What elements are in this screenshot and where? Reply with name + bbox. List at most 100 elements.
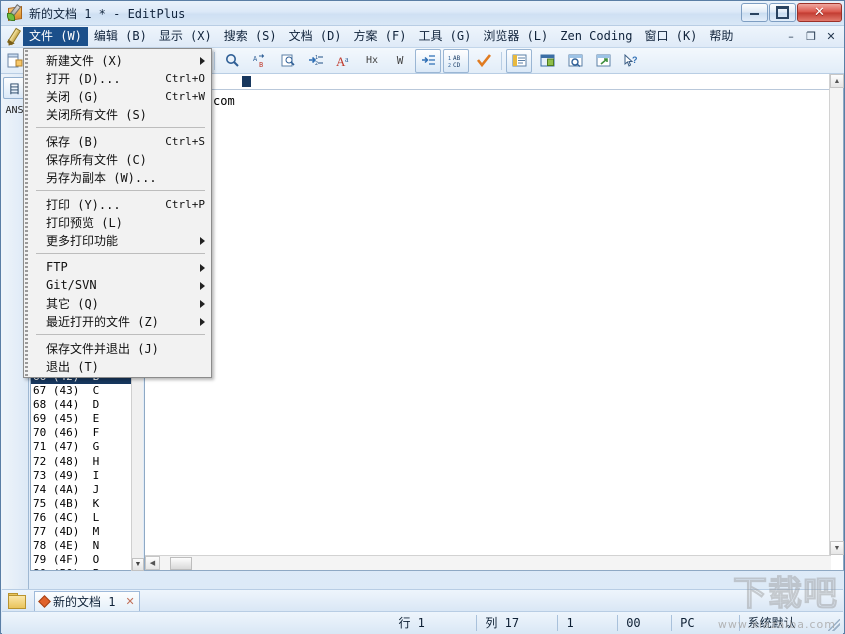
menu-print[interactable]: 打印 (Y)... Ctrl+P (24, 195, 211, 213)
menu-item-window[interactable]: 窗口 (K) (639, 27, 704, 46)
resize-grip-icon[interactable] (828, 619, 840, 631)
menu-item-browser[interactable]: 浏览器 (L) (477, 27, 554, 46)
replace-icon[interactable]: AB (247, 49, 273, 73)
menu-item-label: 关闭所有文件 (S) (46, 106, 205, 123)
menu-item-label: FTP (46, 260, 205, 274)
menu-item-edit[interactable]: 编辑 (B) (88, 27, 153, 46)
menu-save-all[interactable]: 保存所有文件 (C) (24, 150, 211, 168)
editor-scroll-up-icon[interactable]: ▲ (830, 74, 844, 88)
mdi-minimize-button[interactable]: – (782, 28, 800, 45)
menu-item-document[interactable]: 文档 (D) (283, 27, 348, 46)
spellcheck-icon[interactable]: Aa (331, 49, 357, 73)
menu-item-search[interactable]: 搜索 (S) (218, 27, 283, 46)
menu-item-zencoding[interactable]: Zen Coding (554, 27, 638, 46)
menu-ftp[interactable]: FTP (24, 258, 211, 276)
menu-item-label: 关闭 (G) (46, 88, 155, 105)
tab-close-icon[interactable]: ✕ (125, 595, 134, 608)
toggle-output-icon[interactable] (506, 49, 532, 73)
menu-more-print[interactable]: 更多打印功能 (24, 231, 211, 249)
menu-git-svn[interactable]: Git/SVN (24, 276, 211, 294)
gutter-line: 80 (50) P (31, 567, 142, 571)
menu-save-and-exit[interactable]: 保存文件并退出 (J) (24, 339, 211, 357)
minimize-button[interactable] (741, 3, 768, 22)
editor-scroll-down-icon[interactable]: ▼ (830, 541, 844, 555)
menu-item-label: 另存为副本 (W)... (46, 169, 205, 186)
gutter-line: 71 (47) G (31, 440, 142, 454)
menu-item-label: Git/SVN (46, 278, 205, 292)
document-tab-label: 新的文档 1 (53, 593, 115, 610)
status-column: 列 17 (476, 615, 557, 631)
menu-save[interactable]: 保存 (B) Ctrl+S (24, 132, 211, 150)
svg-text:2: 2 (448, 63, 451, 68)
menu-item-label: 退出 (T) (46, 358, 205, 375)
menu-save-copy-as[interactable]: 另存为副本 (W)... (24, 168, 211, 186)
menu-separator (36, 127, 205, 128)
menu-item-file[interactable]: 文件 (W) (23, 27, 88, 46)
sort-icon[interactable]: 12ABCD (443, 49, 469, 73)
close-icon: ✕ (814, 7, 825, 19)
editor-horizontal-scrollbar[interactable]: ◀ (145, 555, 831, 570)
menu-exit[interactable]: 退出 (T) (24, 357, 211, 375)
menu-item-accelerator: Ctrl+P (165, 198, 205, 211)
svg-text:a: a (345, 55, 349, 64)
document-tab[interactable]: 新的文档 1 ✕ (34, 591, 140, 611)
menu-recent-files[interactable]: 最近打开的文件 (Z) (24, 312, 211, 330)
mdi-restore-button[interactable]: ❐ (802, 28, 820, 45)
help-icon[interactable]: ? (618, 49, 644, 73)
gutter-line: 67 (43) C (31, 384, 142, 398)
editor-vertical-scrollbar[interactable]: ▲ ▼ (829, 74, 843, 555)
submenu-arrow-icon (200, 318, 205, 326)
file-dropdown-menu: 新建文件 (X) 打开 (D)... Ctrl+O 关闭 (G) Ctrl+W … (23, 48, 212, 378)
window-title: 新的文档 1 * - EditPlus (29, 5, 185, 22)
menu-new-file[interactable]: 新建文件 (X) (24, 51, 211, 69)
gutter-line: 68 (44) D (31, 398, 142, 412)
close-button[interactable]: ✕ (797, 3, 842, 22)
menu-item-help[interactable]: 帮助 (703, 27, 739, 46)
editor-hscroll-thumb[interactable] (170, 557, 192, 570)
goto-line-icon[interactable]: 12 (303, 49, 329, 73)
submenu-arrow-icon (200, 264, 205, 272)
maximize-button[interactable] (769, 3, 796, 22)
menu-item-tools[interactable]: 工具 (G) (412, 27, 477, 46)
hex-view-icon[interactable]: Hx (359, 49, 385, 73)
validate-icon[interactable] (471, 49, 497, 73)
gutter-scroll-down-icon[interactable]: ▼ (132, 558, 144, 571)
status-bar: 行 1 列 17 1 00 PC 系统默认 (2, 611, 843, 634)
menu-separator (36, 253, 205, 254)
svg-text:?: ? (632, 55, 638, 65)
editor-scroll-left-icon[interactable]: ◀ (145, 556, 160, 570)
menu-item-label: 最近打开的文件 (Z) (46, 313, 205, 330)
folder-icon[interactable] (8, 593, 26, 608)
word-wrap-icon[interactable]: W (387, 49, 413, 73)
menu-item-view[interactable]: 显示 (X) (153, 27, 218, 46)
menu-print-preview[interactable]: 打印预览 (L) (24, 213, 211, 231)
menu-item-project[interactable]: 方案 (F) (348, 27, 413, 46)
submenu-arrow-icon (200, 57, 205, 65)
menu-close-all[interactable]: 关闭所有文件 (S) (24, 105, 211, 123)
browser-icon[interactable] (590, 49, 616, 73)
toggle-directory-icon[interactable] (534, 49, 560, 73)
menu-other[interactable]: 其它 (Q) (24, 294, 211, 312)
gutter-line: 75 (4B) K (31, 497, 142, 511)
hex-view-label: Hx (366, 55, 378, 66)
menu-item-label: 其它 (Q) (46, 295, 205, 312)
gutter-line: 73 (49) I (31, 469, 142, 483)
gutter-line: 76 (4C) L (31, 511, 142, 525)
submenu-arrow-icon (200, 300, 205, 308)
editor-pane[interactable]: +----1----+----+--2----+----3----+----4-… (144, 74, 844, 571)
editplus-window: 新的文档 1 * - EditPlus ✕ 文件 (W) 编辑 (B) 显示 (… (0, 0, 845, 634)
gutter-line: 72 (48) H (31, 455, 142, 469)
window-controls: ✕ (740, 3, 842, 22)
preview-icon[interactable] (562, 49, 588, 73)
editor-text[interactable]: xiazaiba.com (145, 90, 843, 108)
menu-separator (36, 190, 205, 191)
find-in-files-icon[interactable] (275, 49, 301, 73)
mdi-close-button[interactable]: ✕ (822, 28, 840, 45)
menu-item-label: 保存所有文件 (C) (46, 151, 205, 168)
svg-text:A: A (253, 55, 258, 63)
menu-close[interactable]: 关闭 (G) Ctrl+W (24, 87, 211, 105)
menu-open[interactable]: 打开 (D)... Ctrl+O (24, 69, 211, 87)
indent-icon[interactable] (415, 49, 441, 73)
svg-text:2: 2 (315, 61, 318, 67)
find-icon[interactable] (219, 49, 245, 73)
